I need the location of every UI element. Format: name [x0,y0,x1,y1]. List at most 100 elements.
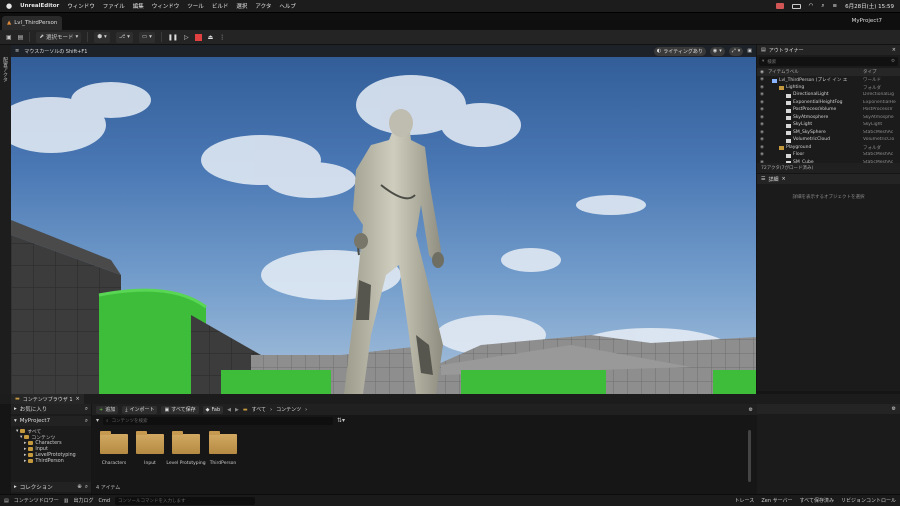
lighting-mode-button[interactable]: ◐ ライティングあり [653,46,706,56]
outliner-row[interactable]: ◉ Floor StaticMeshAc [757,152,900,160]
collections-header[interactable]: ▸ コレクション ⊕ ⌕ [11,482,91,492]
stop-icon[interactable] [194,33,202,41]
visibility-icon[interactable]: ◉ [760,137,764,142]
search-icon[interactable]: ⌕ [821,3,824,10]
outliner-row[interactable]: ◉ SM_SkySphere StaticMeshAc [757,130,900,138]
visibility-icon[interactable]: ◉ [760,122,764,127]
search-icon[interactable]: ⌕ [85,484,88,491]
visibility-icon[interactable]: ◉ [760,115,764,120]
visibility-icon[interactable]: ◉ [760,107,764,112]
outliner-tab[interactable]: ▤ アウトライナー × [757,45,900,55]
outliner-row[interactable]: ◉ SkyLight SkyLight [757,122,900,130]
content-scrollbar[interactable] [748,430,751,482]
visibility-icon[interactable]: ◉ [760,145,764,150]
content-search-input[interactable]: ⌕ コンテンツを検索 [103,416,334,425]
search-icon[interactable]: ⌕ [85,406,88,413]
level-viewport[interactable]: ≡ マウスカーソルの Shift+F1 ◐ ライティングあり ◉ ▾ ⤢ ▾ ▣ [11,45,756,394]
console-command-input[interactable]: コンソールコマンドを入力します [115,496,256,505]
col-type[interactable]: タイプ [863,69,877,75]
outliner-row[interactable]: ◉ PostProcessVolume PostProcessV [757,107,900,115]
breadcrumb-content[interactable]: コンテンツ [276,406,301,413]
import-button[interactable]: ⤓ インポート [122,405,158,414]
hamburger-icon[interactable]: ≡ [15,48,19,54]
folder-thirdperson[interactable]: ThirdPerson [209,431,237,467]
visibility-icon[interactable]: ◉ [760,100,764,105]
outliner-row[interactable]: ◉ Lvl_ThirdPerson (プレイ イン エ ワールド [757,77,900,85]
content-drawer-button[interactable]: コンテンツドロワー [14,497,59,504]
outliner-row[interactable]: ◉ DirectionalLight DirectionalLig [757,92,900,100]
back-icon[interactable]: ◀ [227,407,231,413]
blueprint-button[interactable]: ⎇ ▾ [115,31,133,43]
cinematics-button[interactable]: ▭ ▾ [138,31,155,43]
breadcrumb-all[interactable]: すべて [252,406,266,413]
step-icon[interactable]: ▷ [184,34,189,41]
more-icon[interactable]: ⋮ [219,34,225,41]
pause-icon[interactable]: ❚❚ [168,34,178,41]
close-icon[interactable]: × [76,396,80,402]
close-icon[interactable]: × [892,47,896,53]
control-center-icon[interactable]: ≡ [833,3,838,9]
wifi-icon[interactable]: ◠ [809,3,814,9]
folder-characters[interactable]: Characters [100,431,128,467]
folder-input[interactable]: Input [136,431,164,467]
forward-icon[interactable]: ▶ [235,407,239,413]
apple-icon[interactable]: ● [6,2,12,10]
level-tab[interactable]: ▲ Lvl_ThirdPerson [2,16,62,30]
menu-item-build[interactable]: ビルド [212,2,229,10]
eject-icon[interactable]: ⏏ [208,34,214,41]
snap-button[interactable]: ⤢ ▾ [728,46,744,56]
sort-icon[interactable]: ⇅▾ [337,417,345,424]
select-mode-dropdown[interactable]: ⬈ 選択モード ▾ [36,31,82,43]
settings-icon[interactable]: ⚙ [749,407,753,413]
cmd-dropdown[interactable]: Cmd [99,498,111,504]
save-icon[interactable]: ▣ [6,34,12,41]
menu-app-name[interactable]: UnrealEditor [20,3,59,9]
search-icon[interactable]: ⌕ [85,418,88,425]
visibility-icon[interactable]: ◉ [760,92,764,97]
outliner-row[interactable]: ◉ SkyAtmosphere SkyAtmosphe [757,115,900,123]
menu-item-help[interactable]: ヘルプ [279,2,296,10]
menu-item-tools[interactable]: ツール [187,2,204,10]
maximize-icon[interactable]: ▣ [747,48,752,54]
menu-item-file[interactable]: ファイル [103,2,125,10]
record-icon[interactable] [775,3,784,9]
add-button[interactable]: + 追加 [96,405,119,414]
revision-control-button[interactable]: リビジョンコントロール [841,497,896,504]
show-button[interactable]: ◉ ▾ [709,46,725,56]
visibility-icon[interactable]: ◉ [760,77,764,82]
tree-item-thirdperson[interactable]: ▸ ThirdPerson [16,458,91,464]
fab-button[interactable]: ◆ Fab [202,405,224,414]
content-browser-tab[interactable]: ▬ コンテンツブラウザ 1 × [11,394,84,404]
filter-icon[interactable]: ▾ [96,417,99,424]
outliner-row[interactable]: ◉ Lighting フォルダ [757,85,900,93]
content-icon[interactable]: ▤ [18,34,24,41]
filter-icon[interactable]: ▾ [762,59,764,64]
menu-item-window-app[interactable]: ウィンドウ [67,2,95,10]
output-log-button[interactable]: 出力ログ [73,497,93,504]
menu-item-select[interactable]: 選択 [236,2,247,10]
save-all-button[interactable]: ▣ すべて保存 [161,405,199,414]
settings-icon[interactable]: ⚙ [892,406,896,412]
folder-level-prototyping[interactable]: Level Prototyping [166,431,206,467]
settings-icon[interactable]: ⚙ [891,59,895,64]
outliner-row[interactable]: ◉ ExponentialHeightFog ExponentialHe [757,100,900,108]
favorites-header[interactable]: ▸ お気に入り ⌕ [11,404,91,414]
details-tab[interactable]: ☰ 詳細 × [757,174,900,184]
place-actors-strip[interactable]: 配置アクタ [0,45,11,394]
visibility-icon[interactable]: ◉ [760,130,764,135]
menubar-clock[interactable]: 6月28日(土) 15:59 [845,2,894,10]
project-header[interactable]: ▾ MyProject7 ⌕ [11,416,91,426]
battery-icon[interactable] [791,3,801,9]
outliner-row[interactable]: ◉ VolumetricCloud VolumetricClo [757,137,900,145]
visibility-icon[interactable]: ◉ [760,152,764,157]
col-label[interactable]: アイテムラベル [768,69,799,75]
visibility-icon[interactable]: ◉ [760,85,764,90]
zen-server-button[interactable]: Zen サーバー [761,497,792,504]
trace-button[interactable]: トレース [735,497,755,504]
add-actor-button[interactable]: ⬢ ▾ [94,31,110,43]
outliner-row[interactable]: ◉ Playground フォルダ [757,145,900,153]
menu-item-window[interactable]: ウィンドウ [152,2,180,10]
menu-item-actor[interactable]: アクタ [255,2,271,10]
all-saved-status[interactable]: すべて保存済み [800,497,834,504]
close-icon[interactable]: × [782,176,786,182]
